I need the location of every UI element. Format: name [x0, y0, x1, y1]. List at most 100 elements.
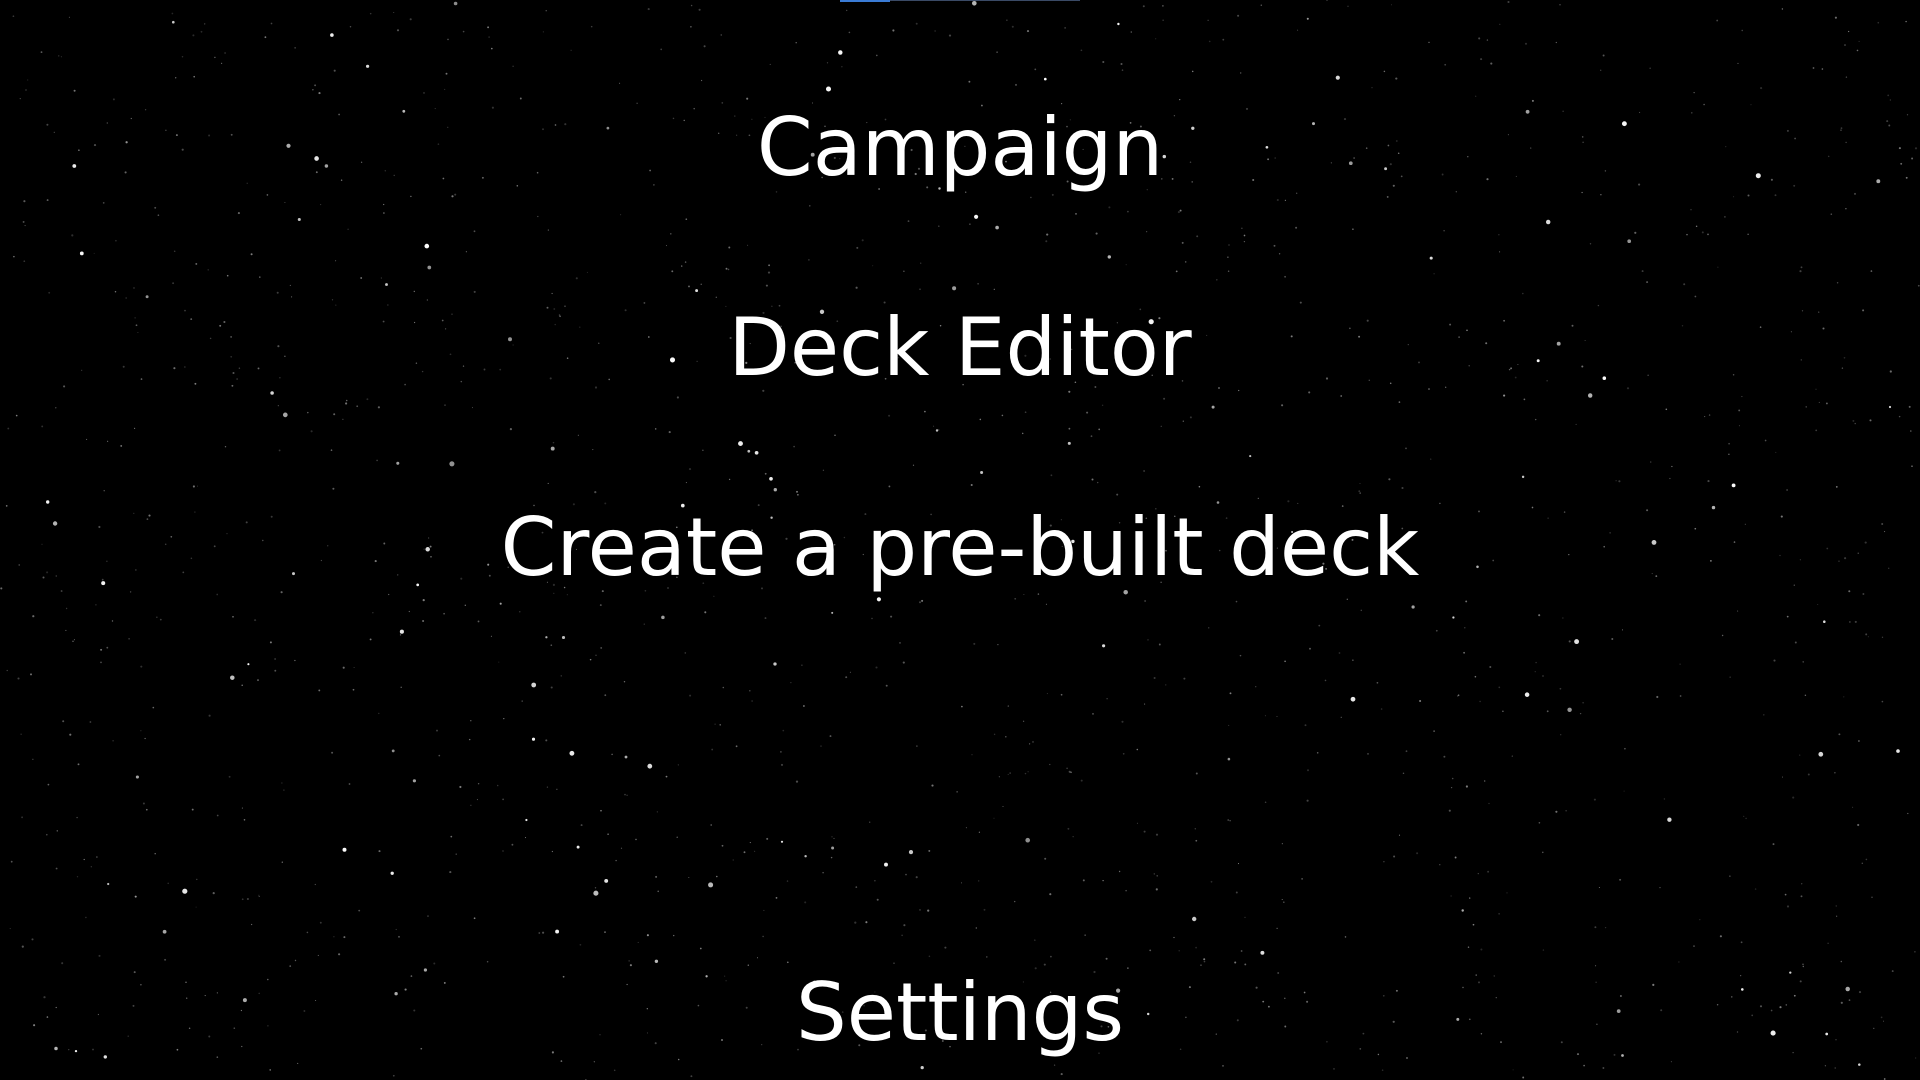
star [1830, 213, 1833, 215]
star [804, 901, 807, 904]
star [241, 684, 243, 686]
star [477, 620, 480, 623]
star [1634, 231, 1637, 234]
star [1465, 785, 1468, 788]
star [243, 819, 246, 821]
star [1815, 429, 1818, 432]
star [1309, 647, 1311, 650]
star [1070, 771, 1072, 774]
star [1794, 641, 1797, 644]
star [899, 642, 901, 644]
star [1870, 270, 1873, 272]
star [1102, 879, 1104, 882]
star [604, 694, 607, 697]
star [450, 835, 453, 838]
star [395, 928, 397, 931]
star [1464, 627, 1466, 629]
star [360, 277, 363, 279]
bright-star [604, 878, 609, 883]
star [444, 88, 446, 90]
star [68, 16, 70, 18]
star [1297, 29, 1299, 31]
bright-star [1335, 75, 1340, 80]
star [317, 954, 319, 956]
star [1821, 68, 1824, 70]
star [175, 77, 177, 79]
star [916, 745, 918, 747]
star [1741, 29, 1743, 32]
star [1359, 482, 1361, 485]
star [1498, 234, 1500, 236]
star [1105, 957, 1108, 960]
star [790, 682, 792, 684]
star [1257, 497, 1259, 500]
star [907, 220, 910, 222]
star [125, 297, 127, 299]
star [1203, 958, 1206, 961]
star [1623, 790, 1625, 792]
star [1009, 772, 1011, 774]
star [1542, 949, 1545, 951]
star [1326, 0, 1328, 2]
star [1125, 264, 1127, 266]
bright-star [1107, 255, 1112, 259]
star [1840, 960, 1843, 963]
star [956, 791, 958, 793]
star [1086, 411, 1089, 414]
star [1027, 771, 1029, 773]
star [933, 425, 935, 427]
star [1439, 864, 1441, 866]
star [6, 669, 8, 672]
create-prebuilt-deck-button[interactable]: Create a pre-built deck [0, 500, 1920, 596]
star [1869, 419, 1872, 422]
star [1371, 87, 1373, 89]
star [993, 817, 995, 819]
star [1158, 643, 1161, 646]
star [142, 802, 145, 805]
star [89, 721, 92, 723]
star [780, 763, 784, 766]
star [831, 835, 833, 838]
star [1433, 730, 1435, 732]
star [269, 641, 272, 644]
star [195, 906, 197, 908]
settings-button[interactable]: Settings [0, 965, 1920, 1061]
star [1333, 1067, 1335, 1070]
bright-star [550, 446, 555, 451]
star [1805, 406, 1807, 408]
star [20, 733, 22, 735]
star [1773, 659, 1776, 662]
star [971, 754, 973, 756]
campaign-button[interactable]: Campaign [0, 100, 1920, 196]
star [1760, 87, 1763, 90]
star [1565, 810, 1567, 812]
star [688, 876, 690, 879]
bright-star [171, 20, 175, 24]
star [1195, 946, 1197, 949]
star [1301, 878, 1303, 880]
star [511, 843, 514, 846]
star [477, 782, 480, 785]
star [1235, 600, 1238, 603]
star [575, 277, 578, 280]
star [846, 9, 848, 12]
star [17, 677, 20, 680]
star [1728, 453, 1730, 455]
star [1475, 95, 1477, 97]
bright-star [391, 749, 395, 753]
star [1006, 19, 1008, 21]
star [595, 654, 597, 656]
star [1858, 40, 1860, 42]
star [668, 431, 671, 434]
star [820, 745, 822, 747]
star [1701, 231, 1704, 234]
star [586, 271, 588, 273]
star [780, 751, 782, 753]
deck-editor-button[interactable]: Deck Editor [0, 300, 1920, 396]
star [589, 658, 592, 661]
star [259, 276, 261, 278]
star [1602, 54, 1605, 57]
star [250, 923, 253, 926]
star [919, 601, 921, 604]
star [1792, 796, 1795, 799]
